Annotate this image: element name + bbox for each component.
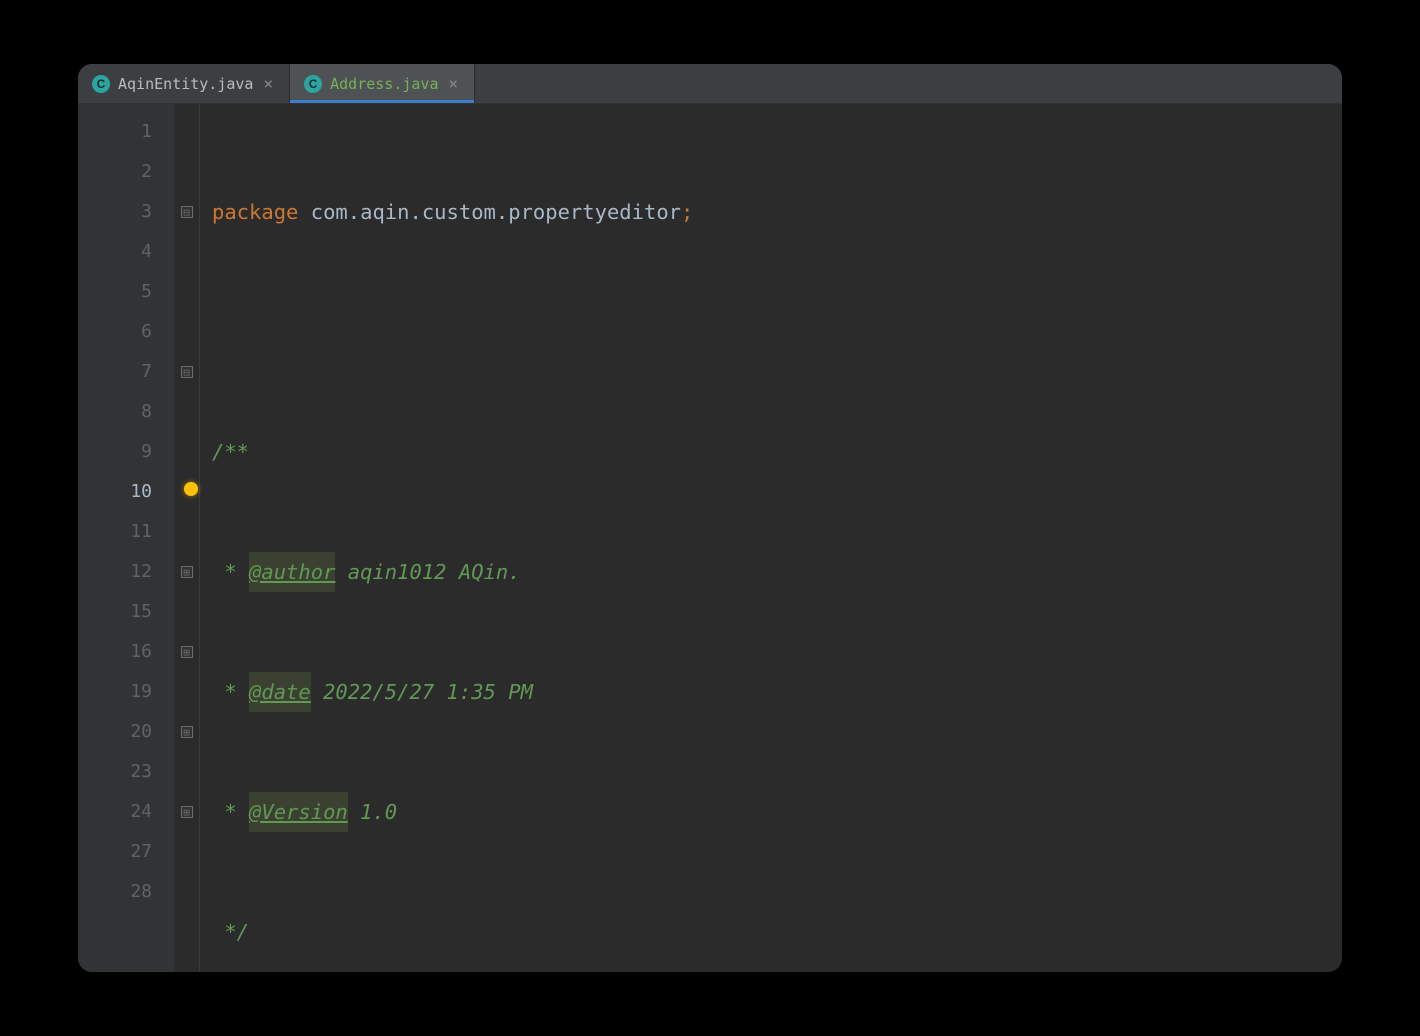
line-number: 2 [78, 152, 152, 192]
close-icon[interactable]: × [446, 74, 460, 93]
line-number: 4 [78, 232, 152, 272]
code-area[interactable]: package com.aqin.custom.propertyeditor; … [200, 104, 1342, 972]
line-number: 9 [78, 432, 152, 472]
class-file-icon: C [92, 75, 110, 93]
tab-label: AqinEntity.java [118, 75, 253, 93]
code-line: * @Version 1.0 [212, 792, 1342, 832]
fold-toggle-icon[interactable]: ⊞ [174, 552, 199, 592]
tab-aqinentity[interactable]: C AqinEntity.java × [78, 64, 290, 103]
fold-toggle-icon[interactable]: ⊟ [174, 192, 199, 232]
line-number: 23 [78, 752, 152, 792]
fold-toggle-icon[interactable]: ⊞ [174, 792, 199, 832]
line-number: 6 [78, 312, 152, 352]
line-number: 15 [78, 592, 152, 632]
line-number: 3 [78, 192, 152, 232]
code-line: */ [212, 912, 1342, 952]
line-number: 11 [78, 512, 152, 552]
intention-bulb-icon[interactable] [184, 482, 198, 496]
line-number-gutter[interactable]: 1 2 3 4 5 6 7 8 9 10 11 12 15 16 19 20 2… [78, 104, 174, 972]
tab-label: Address.java [330, 75, 438, 93]
line-number: 27 [78, 832, 152, 872]
code-line: /** [212, 432, 1342, 472]
line-number: 28 [78, 872, 152, 912]
line-number: 7 [78, 352, 152, 392]
line-number: 5 [78, 272, 152, 312]
fold-toggle-icon[interactable]: ⊞ [174, 712, 199, 752]
tab-address[interactable]: C Address.java × [290, 64, 475, 103]
code-line: package com.aqin.custom.propertyeditor; [212, 192, 1342, 232]
code-line [212, 312, 1342, 352]
editor-body: 1 2 3 4 5 6 7 8 9 10 11 12 15 16 19 20 2… [78, 104, 1342, 972]
fold-gutter[interactable]: ⊟ ⊟ ⊞ ⊞ ⊞ ⊞ [174, 104, 200, 972]
line-number: 24 [78, 792, 152, 832]
code-line: * @date 2022/5/27 1:35 PM [212, 672, 1342, 712]
line-number: 16 [78, 632, 152, 672]
code-line: * @author aqin1012 AQin. [212, 552, 1342, 592]
editor-window: C AqinEntity.java × C Address.java × 1 2… [78, 64, 1342, 972]
close-icon[interactable]: × [261, 74, 275, 93]
class-file-icon: C [304, 75, 322, 93]
fold-toggle-icon[interactable]: ⊟ [174, 352, 199, 392]
line-number: 1 [78, 112, 152, 152]
line-number: 20 [78, 712, 152, 752]
line-number: 10 [78, 472, 152, 512]
tab-bar: C AqinEntity.java × C Address.java × [78, 64, 1342, 104]
line-number: 8 [78, 392, 152, 432]
line-number: 12 [78, 552, 152, 592]
fold-toggle-icon[interactable]: ⊞ [174, 632, 199, 672]
line-number: 19 [78, 672, 152, 712]
